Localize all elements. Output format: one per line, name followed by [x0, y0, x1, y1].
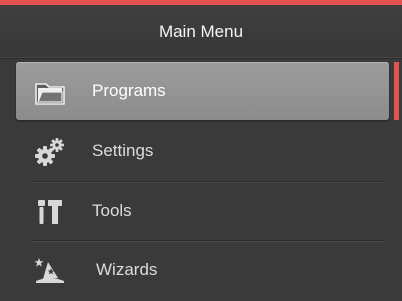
menu-item-label: Tools: [92, 201, 132, 220]
menu-item-settings[interactable]: Settings: [16, 122, 389, 180]
menu-item-label: Settings: [92, 141, 154, 160]
menu-item-label: Programs: [92, 81, 166, 100]
selected-indicator: [394, 62, 399, 120]
wizard-hat-icon: [34, 255, 66, 287]
menu-header: Main Menu: [0, 5, 402, 59]
menu-title: Main Menu: [158, 22, 244, 41]
tools-icon: [34, 196, 66, 228]
menu-list: Programs Settings Tools Wizards: [0, 59, 402, 301]
menu-item-label: Wizards: [96, 260, 158, 279]
gears-icon: [34, 136, 66, 168]
main-menu-panel: Main Menu Programs Settings Tools Wizard…: [0, 0, 402, 301]
menu-item-wizards[interactable]: Wizards: [16, 241, 389, 299]
menu-item-programs[interactable]: Programs: [16, 62, 389, 120]
folder-icon: [34, 76, 66, 108]
menu-item-tools[interactable]: Tools: [16, 182, 389, 240]
